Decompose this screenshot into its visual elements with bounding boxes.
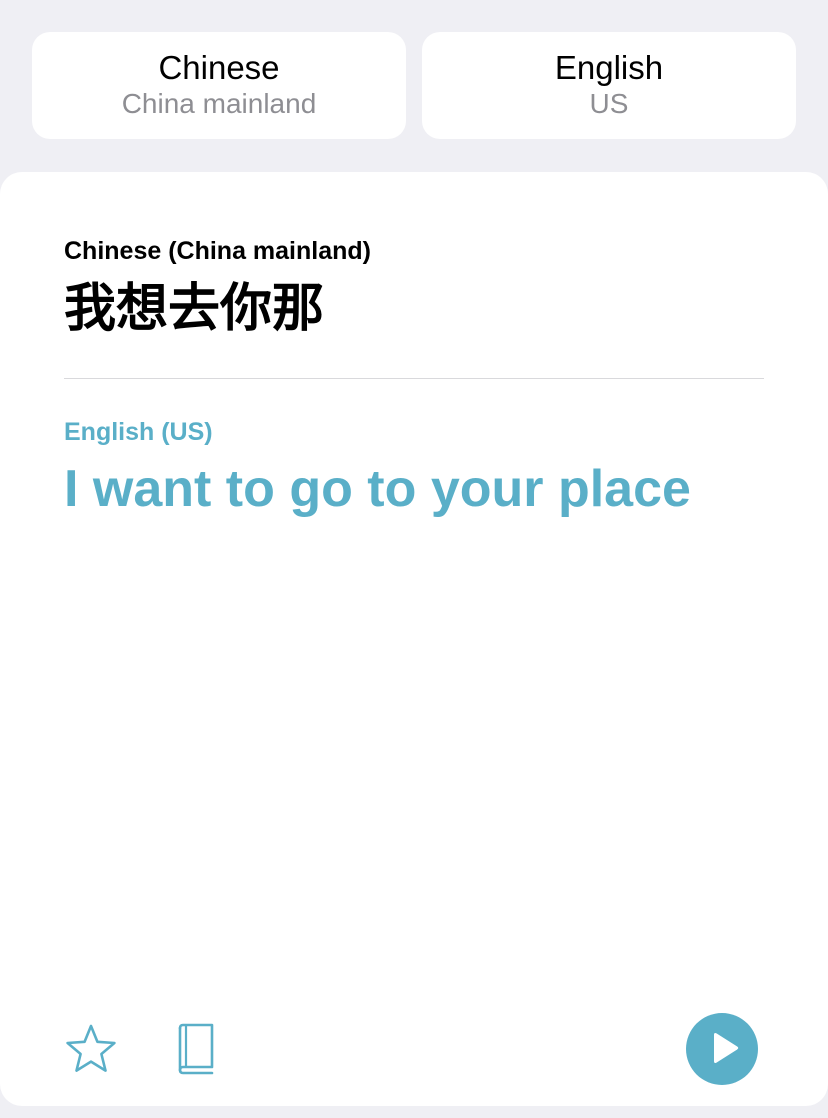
dictionary-button[interactable] [172,1022,218,1076]
divider [64,378,764,379]
source-language-region: China mainland [121,88,317,119]
favorite-button[interactable] [64,1022,118,1076]
source-text: 我想去你那 [64,279,325,339]
source-language-name: Chinese [158,49,280,86]
source-language-label: Chinese (China mainland) [64,237,371,265]
target-language-name: English [554,49,664,86]
translation-card: Chinese (China mainland) 我想去你那 English (… [0,172,828,1106]
play-icon [714,1032,739,1064]
target-language-label: English (US) [64,418,213,446]
source-language-button[interactable]: Chinese China mainland [32,32,406,139]
play-button[interactable] [686,1013,758,1085]
target-language-region: US [589,88,629,119]
translated-text: I want to go to your place [64,460,691,518]
target-language-button[interactable]: English US [422,32,796,139]
book-icon [178,1023,214,1075]
star-icon [66,1024,116,1072]
